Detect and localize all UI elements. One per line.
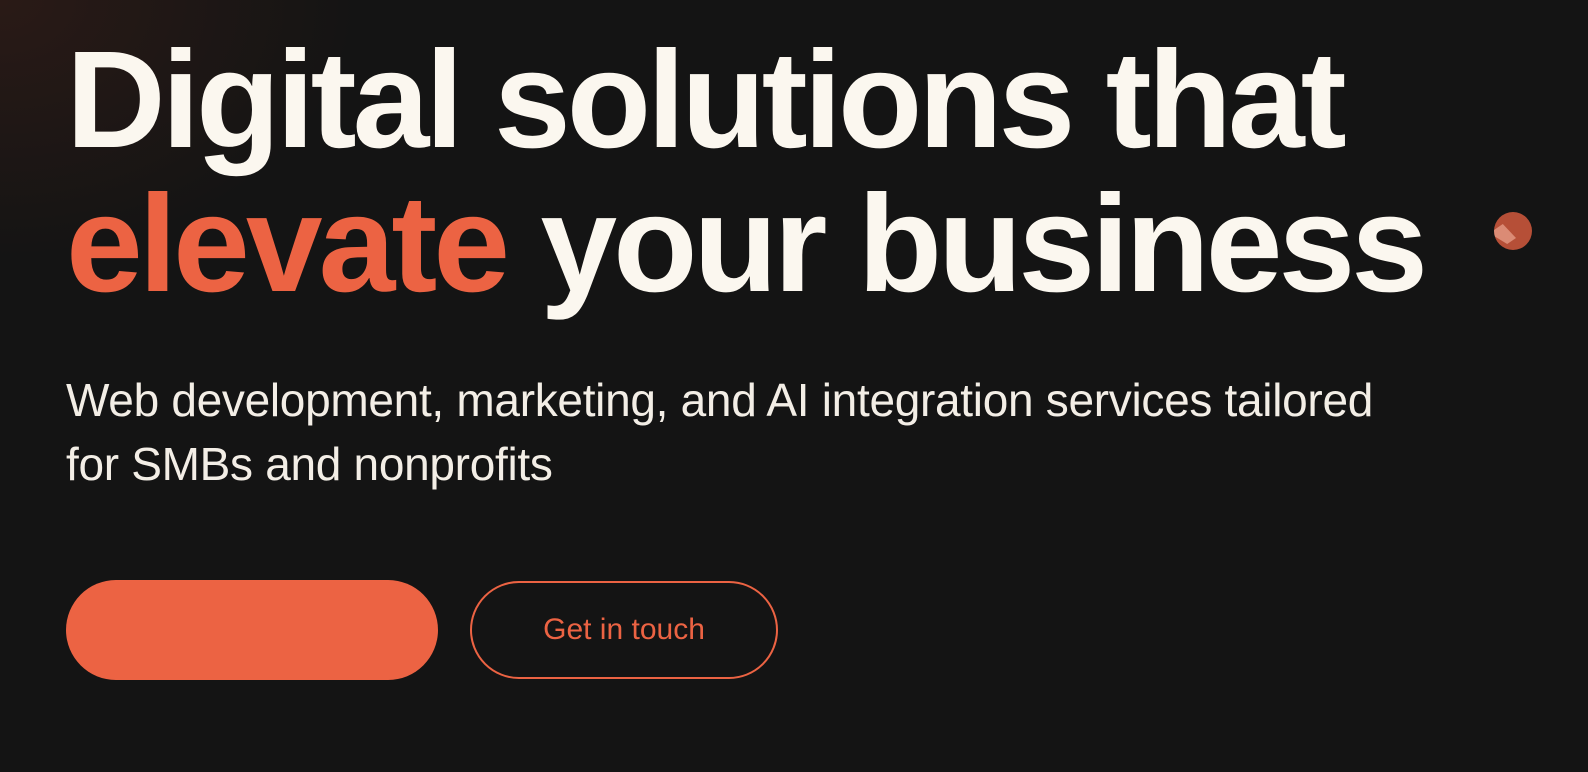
get-in-touch-button[interactable]: Get in touch [470,581,778,679]
cursor-dot-icon [1494,212,1532,250]
cursor-highlight [1494,224,1516,244]
headline-line-1: Digital solutions that [66,23,1347,177]
hero-section: Digital solutions that elevate your busi… [66,28,1566,680]
hero-subtitle: Web development, marketing, and AI integ… [66,374,1374,490]
headline-rest: your business [506,167,1428,321]
hero-headline: Digital solutions that elevate your busi… [66,28,1566,316]
cta-row: Get in touch [66,580,1566,680]
primary-cta-button[interactable] [66,580,438,680]
headline-accent-word: elevate [66,167,510,321]
headline-line-2: elevate your business [66,172,1566,316]
